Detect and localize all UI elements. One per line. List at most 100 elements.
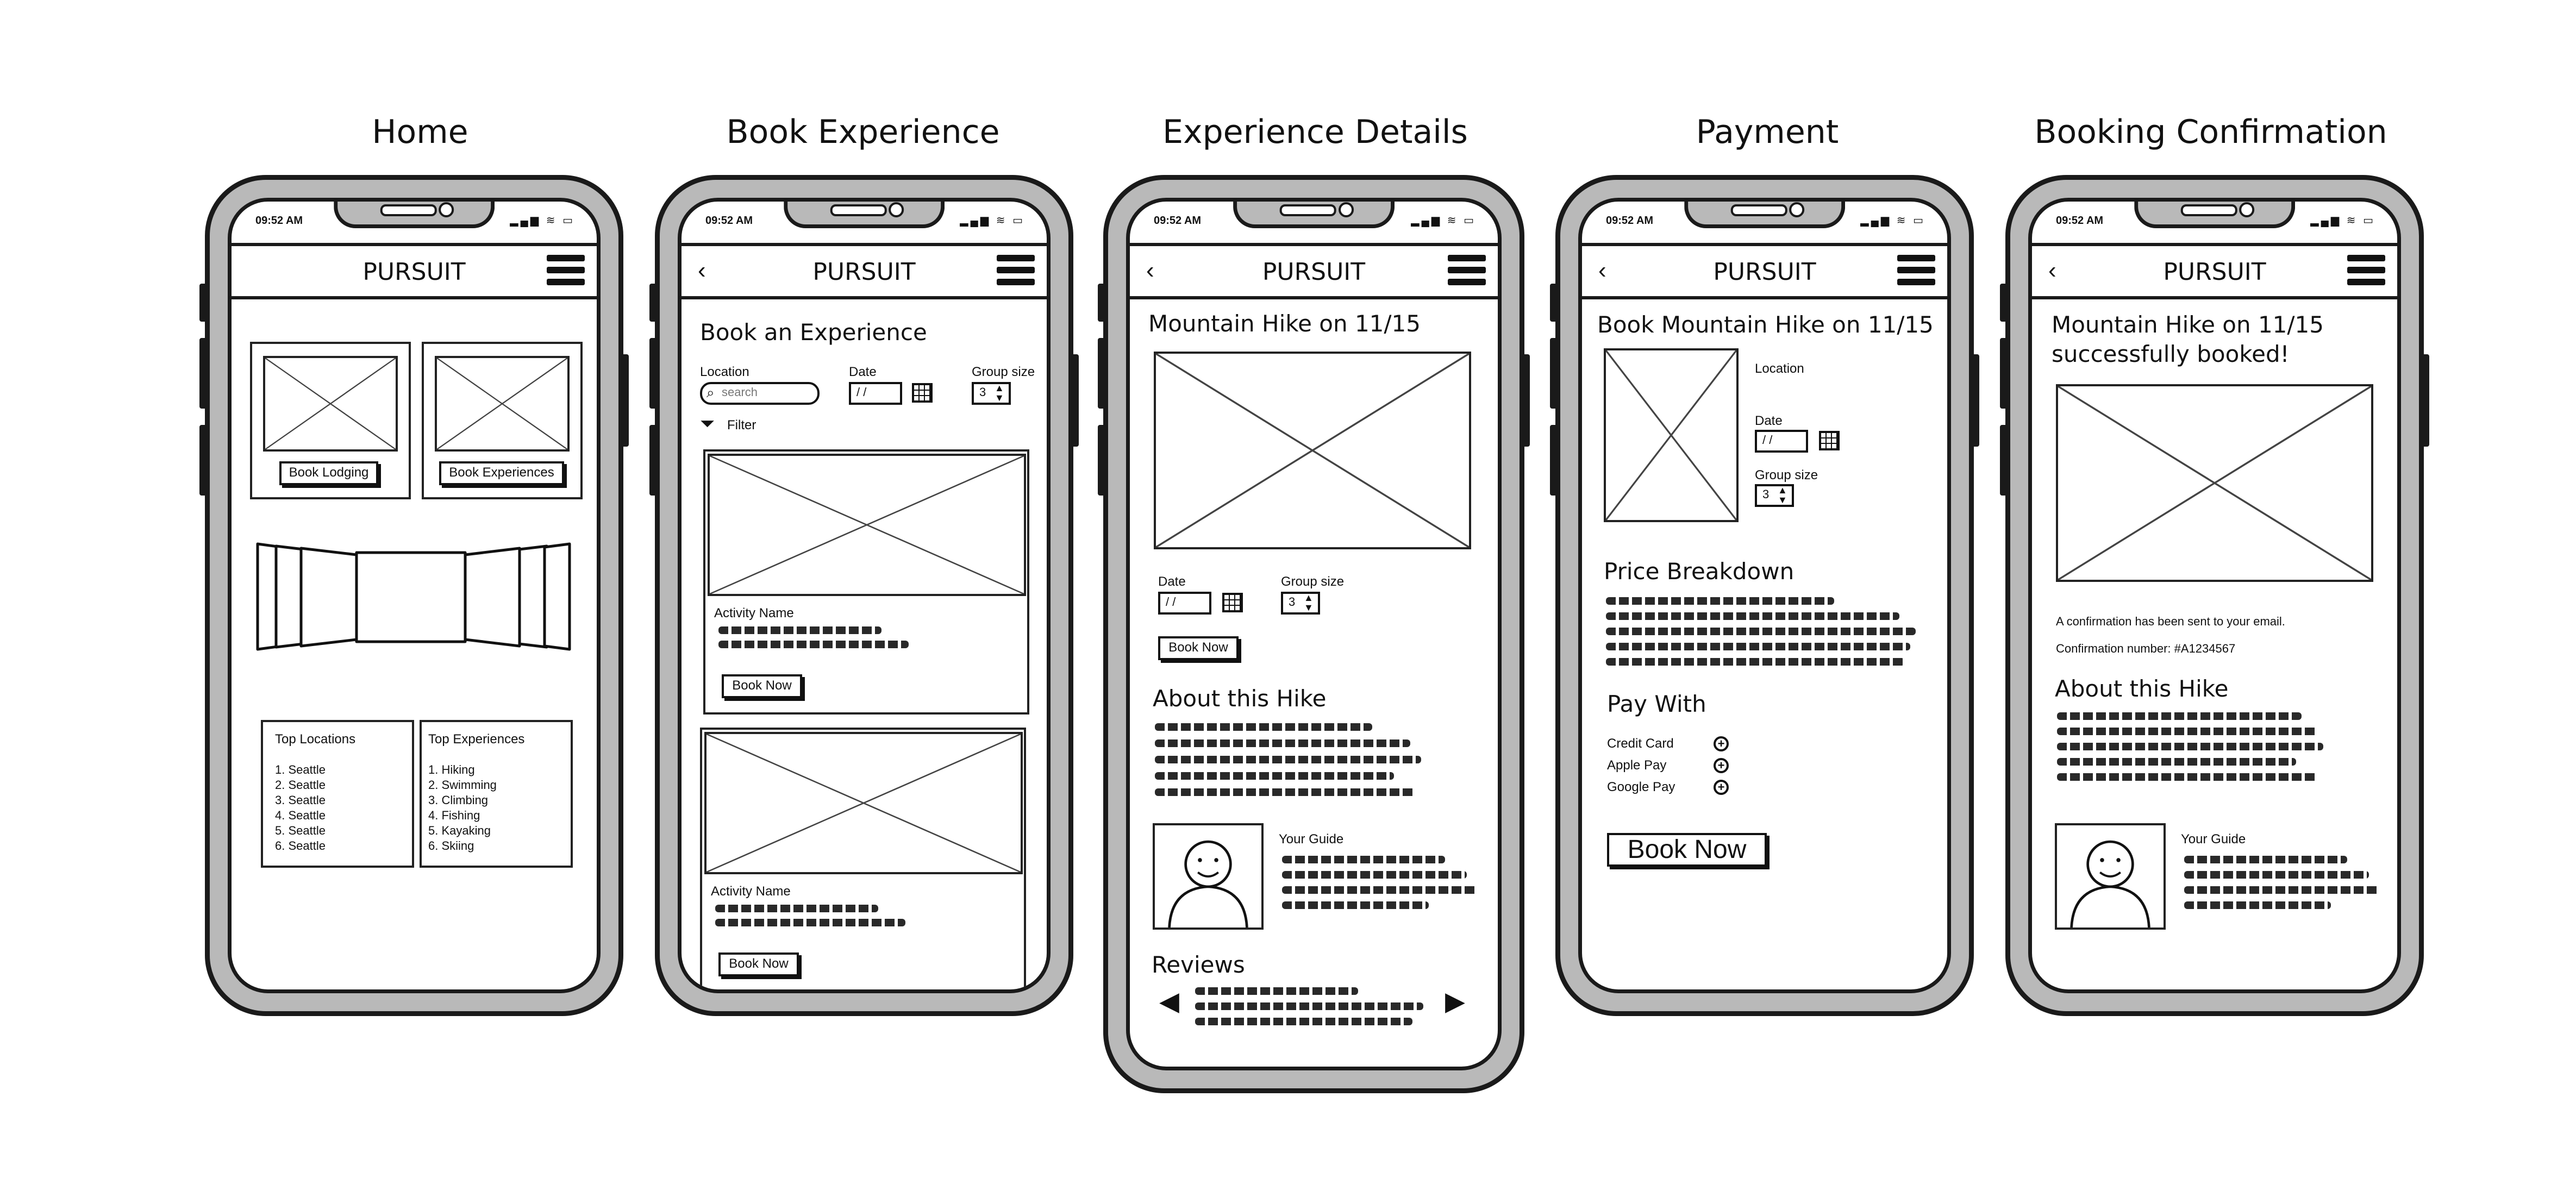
side-button [649, 338, 658, 409]
group-size-stepper[interactable]: 3 [1755, 484, 1794, 507]
image-placeholder [704, 732, 1023, 874]
list-item[interactable]: 6. Seattle [275, 838, 326, 854]
date-field[interactable]: / / [849, 382, 902, 405]
stepper-arrows-icon[interactable]: ▲ ▼ [995, 383, 1004, 403]
about-scribble [2057, 728, 2318, 735]
price-scribble [1606, 612, 1899, 620]
about-scribble [1155, 788, 1416, 796]
list-item[interactable]: 5. Kayaking [428, 823, 497, 838]
side-button [1070, 354, 1079, 447]
lodging-card[interactable]: Book Lodging [250, 342, 411, 499]
experiences-card[interactable]: Book Experiences [422, 342, 583, 499]
about-scribble [1155, 756, 1421, 763]
list-item[interactable]: 3. Seattle [275, 793, 326, 808]
app-bar: ‹ PURSUIT [681, 243, 1047, 299]
status-time: 09:52 AM [1154, 215, 1202, 227]
side-button [649, 425, 658, 496]
location-label: Location [1755, 361, 1804, 376]
hamburger-menu-icon[interactable] [1448, 255, 1486, 290]
date-field[interactable]: / / [1158, 592, 1211, 615]
reviews-next-icon[interactable]: ▶ [1445, 986, 1465, 1017]
hero-image-placeholder [1154, 352, 1471, 549]
carousel[interactable] [253, 538, 574, 663]
status-icons: ▂▄▆ ≋ ▭ [960, 215, 1025, 227]
search-input[interactable]: search [700, 382, 820, 405]
filter-icon[interactable]: ⏷ [700, 413, 715, 435]
camera [1789, 202, 1805, 217]
calendar-icon[interactable] [1222, 593, 1243, 612]
list-item[interactable]: 1. Hiking [428, 762, 497, 778]
list-item[interactable]: 5. Seattle [275, 823, 326, 838]
confirmation-number: Confirmation number: #A1234567 [2056, 642, 2236, 655]
activity-card[interactable]: Activity Name Book Now [703, 449, 1029, 715]
list-item[interactable]: 2. Seattle [275, 778, 326, 793]
payment-method-label: Google Pay [1607, 780, 1675, 794]
app-bar: ‹ PURSUIT [1130, 243, 1498, 299]
guide-scribble [1282, 871, 1467, 879]
stepper-arrows-icon[interactable]: ▲ ▼ [1304, 593, 1314, 612]
price-scribble [1606, 658, 1905, 666]
group-size-stepper[interactable]: 3 [1281, 592, 1320, 615]
book-now-button[interactable]: Book Now [1158, 636, 1239, 660]
description-scribble [715, 919, 905, 926]
hamburger-menu-icon[interactable] [997, 255, 1035, 290]
about-heading: About this Hike [2055, 675, 2229, 702]
guide-scribble [2184, 901, 2331, 909]
price-breakdown-heading: Price Breakdown [1604, 558, 1795, 585]
add-google-pay-icon[interactable]: + [1714, 780, 1729, 795]
guide-scribble [1282, 886, 1478, 894]
side-button [649, 284, 658, 322]
calendar-icon[interactable] [912, 383, 933, 403]
add-apple-pay-icon[interactable]: + [1714, 758, 1729, 773]
activity-card[interactable]: Activity Name Book Now [700, 728, 1026, 989]
list-item[interactable]: 3. Climbing [428, 793, 497, 808]
group-size-stepper[interactable]: 3 [972, 382, 1011, 405]
payment-screen: 09:52 AM ▂▄▆ ≋ ▭ ‹ PURSUIT Book Mountain… [1578, 198, 1951, 993]
brand-logo[interactable]: PURSUIT [2032, 258, 2397, 286]
about-scribble [2057, 773, 2318, 781]
payment-method-label: Credit Card [1607, 736, 1674, 751]
date-field[interactable]: / / [1755, 430, 1808, 453]
list-item[interactable]: 6. Skiing [428, 838, 497, 854]
book-now-button[interactable]: Book Now [722, 674, 802, 698]
speaker [1280, 204, 1337, 216]
image-placeholder [435, 356, 570, 452]
email-note: A confirmation has been sent to your ema… [2056, 615, 2285, 628]
list-item[interactable]: 1. Seattle [275, 762, 326, 778]
hamburger-menu-icon[interactable] [2347, 255, 2385, 290]
filter-label[interactable]: Filter [727, 418, 756, 433]
description-scribble [718, 626, 881, 634]
booking-confirmation-title: Booking Confirmation [2034, 113, 2387, 151]
review-scribble [1195, 1002, 1423, 1010]
list-item[interactable]: 2. Swimming [428, 778, 497, 793]
brand-logo[interactable]: PURSUIT [681, 258, 1047, 286]
date-label: Date [1755, 413, 1783, 428]
list-item[interactable]: 4. Seattle [275, 808, 326, 823]
search-icon: ⌕ [706, 384, 715, 400]
brand-logo[interactable]: PURSUIT [1582, 258, 1947, 286]
book-now-button[interactable]: Book Now [1607, 833, 1767, 867]
add-credit-card-icon[interactable]: + [1714, 736, 1729, 751]
notch [784, 202, 945, 228]
calendar-icon[interactable] [1819, 431, 1840, 450]
stepper-arrows-icon[interactable]: ▲ ▼ [1778, 485, 1787, 505]
about-scribble [1155, 739, 1410, 747]
guide-scribble [1282, 901, 1429, 909]
group-size-label: Group size [1755, 468, 1818, 482]
book-lodging-button[interactable]: Book Lodging [279, 461, 378, 485]
activity-name: Activity Name [711, 884, 791, 899]
date-label: Date [1158, 574, 1186, 589]
brand-logo[interactable]: PURSUIT [232, 258, 597, 286]
brand-logo[interactable]: PURSUIT [1130, 258, 1498, 286]
side-button [1098, 425, 1106, 496]
top-experiences-heading: Top Experiences [428, 732, 525, 747]
book-experiences-button[interactable]: Book Experiences [439, 461, 564, 485]
carousel-slide [518, 544, 548, 649]
list-item[interactable]: 4. Fishing [428, 808, 497, 823]
book-now-button[interactable]: Book Now [718, 952, 799, 976]
guide-scribble [1282, 856, 1445, 863]
hamburger-menu-icon[interactable] [547, 255, 585, 290]
experience-details-title: Experience Details [1162, 113, 1468, 151]
reviews-prev-icon[interactable]: ◀ [1159, 986, 1179, 1017]
hamburger-menu-icon[interactable] [1897, 255, 1935, 290]
